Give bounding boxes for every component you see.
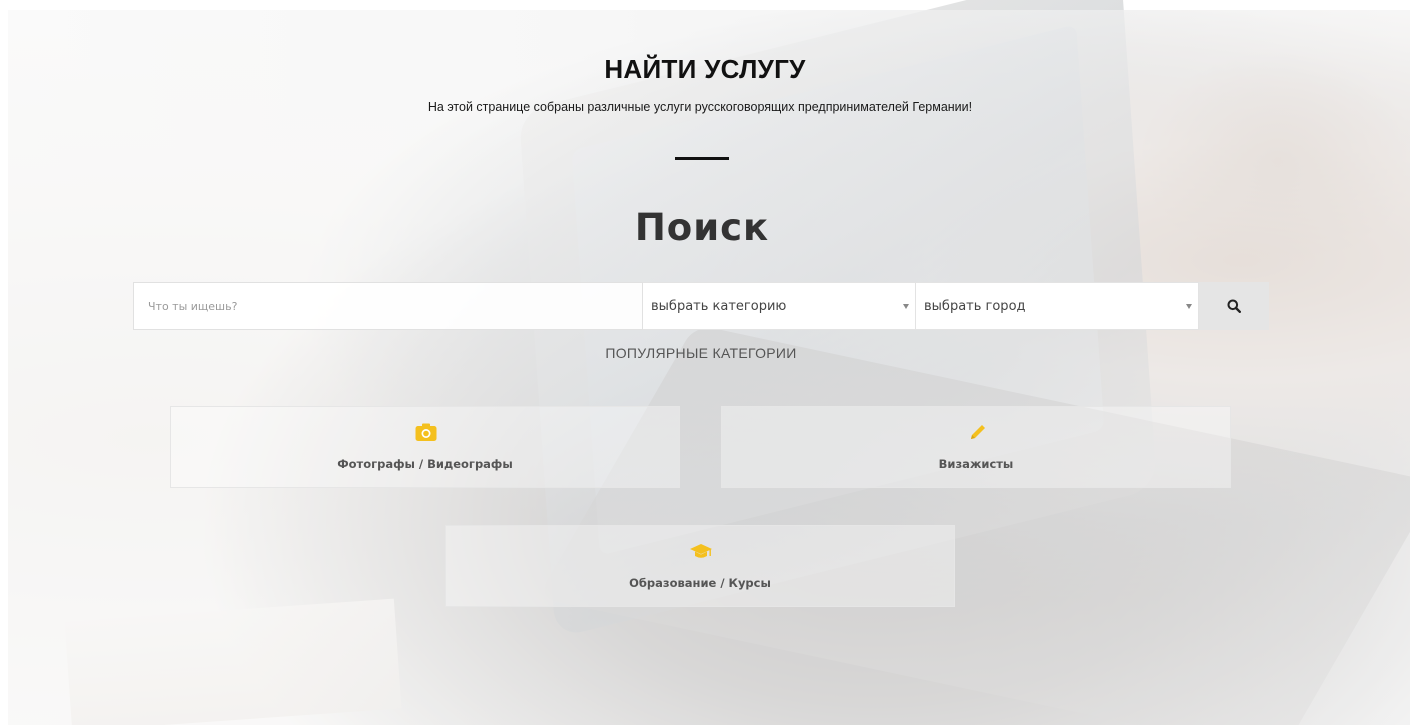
page-subtitle: На этой странице собраны различные услуг… (427, 100, 973, 114)
city-select[interactable]: выбрать город (916, 282, 1199, 330)
pencil-icon (971, 425, 985, 439)
graduation-cap-icon (690, 544, 712, 558)
page: НАЙТИ УСЛУГУ На этой странице собраны ра… (0, 0, 1410, 725)
search-bar: выбрать категорию выбрать город (133, 282, 1269, 330)
category-card-label: Фотографы / Видеографы (337, 457, 513, 471)
category-card-label: Визажисты (938, 457, 1014, 471)
caret-down-icon (903, 304, 909, 309)
category-select[interactable]: выбрать категорию (643, 282, 916, 330)
category-card-label: Образование / Курсы (629, 576, 771, 590)
title-divider (675, 157, 729, 160)
page-title: НАЙТИ УСЛУГУ (604, 54, 806, 84)
search-section: НАЙТИ УСЛУГУ На этой странице собраны ра… (0, 0, 1410, 725)
category-card-makeup-artists[interactable]: Визажисты (721, 406, 1231, 488)
caret-down-icon (1186, 304, 1192, 309)
search-input[interactable] (133, 282, 643, 330)
search-heading: Поиск (634, 206, 770, 249)
search-button[interactable] (1199, 282, 1269, 330)
popular-categories-heading: ПОПУЛЯРНЫЕ КАТЕГОРИИ (605, 345, 797, 361)
category-card-photographers[interactable]: Фотографы / Видеографы (170, 406, 680, 488)
search-icon (1227, 299, 1241, 313)
category-select-value: выбрать категорию (651, 298, 787, 314)
city-select-value: выбрать город (924, 298, 1026, 314)
category-card-education[interactable]: Образование / Курсы (445, 525, 955, 607)
camera-icon (415, 423, 437, 441)
